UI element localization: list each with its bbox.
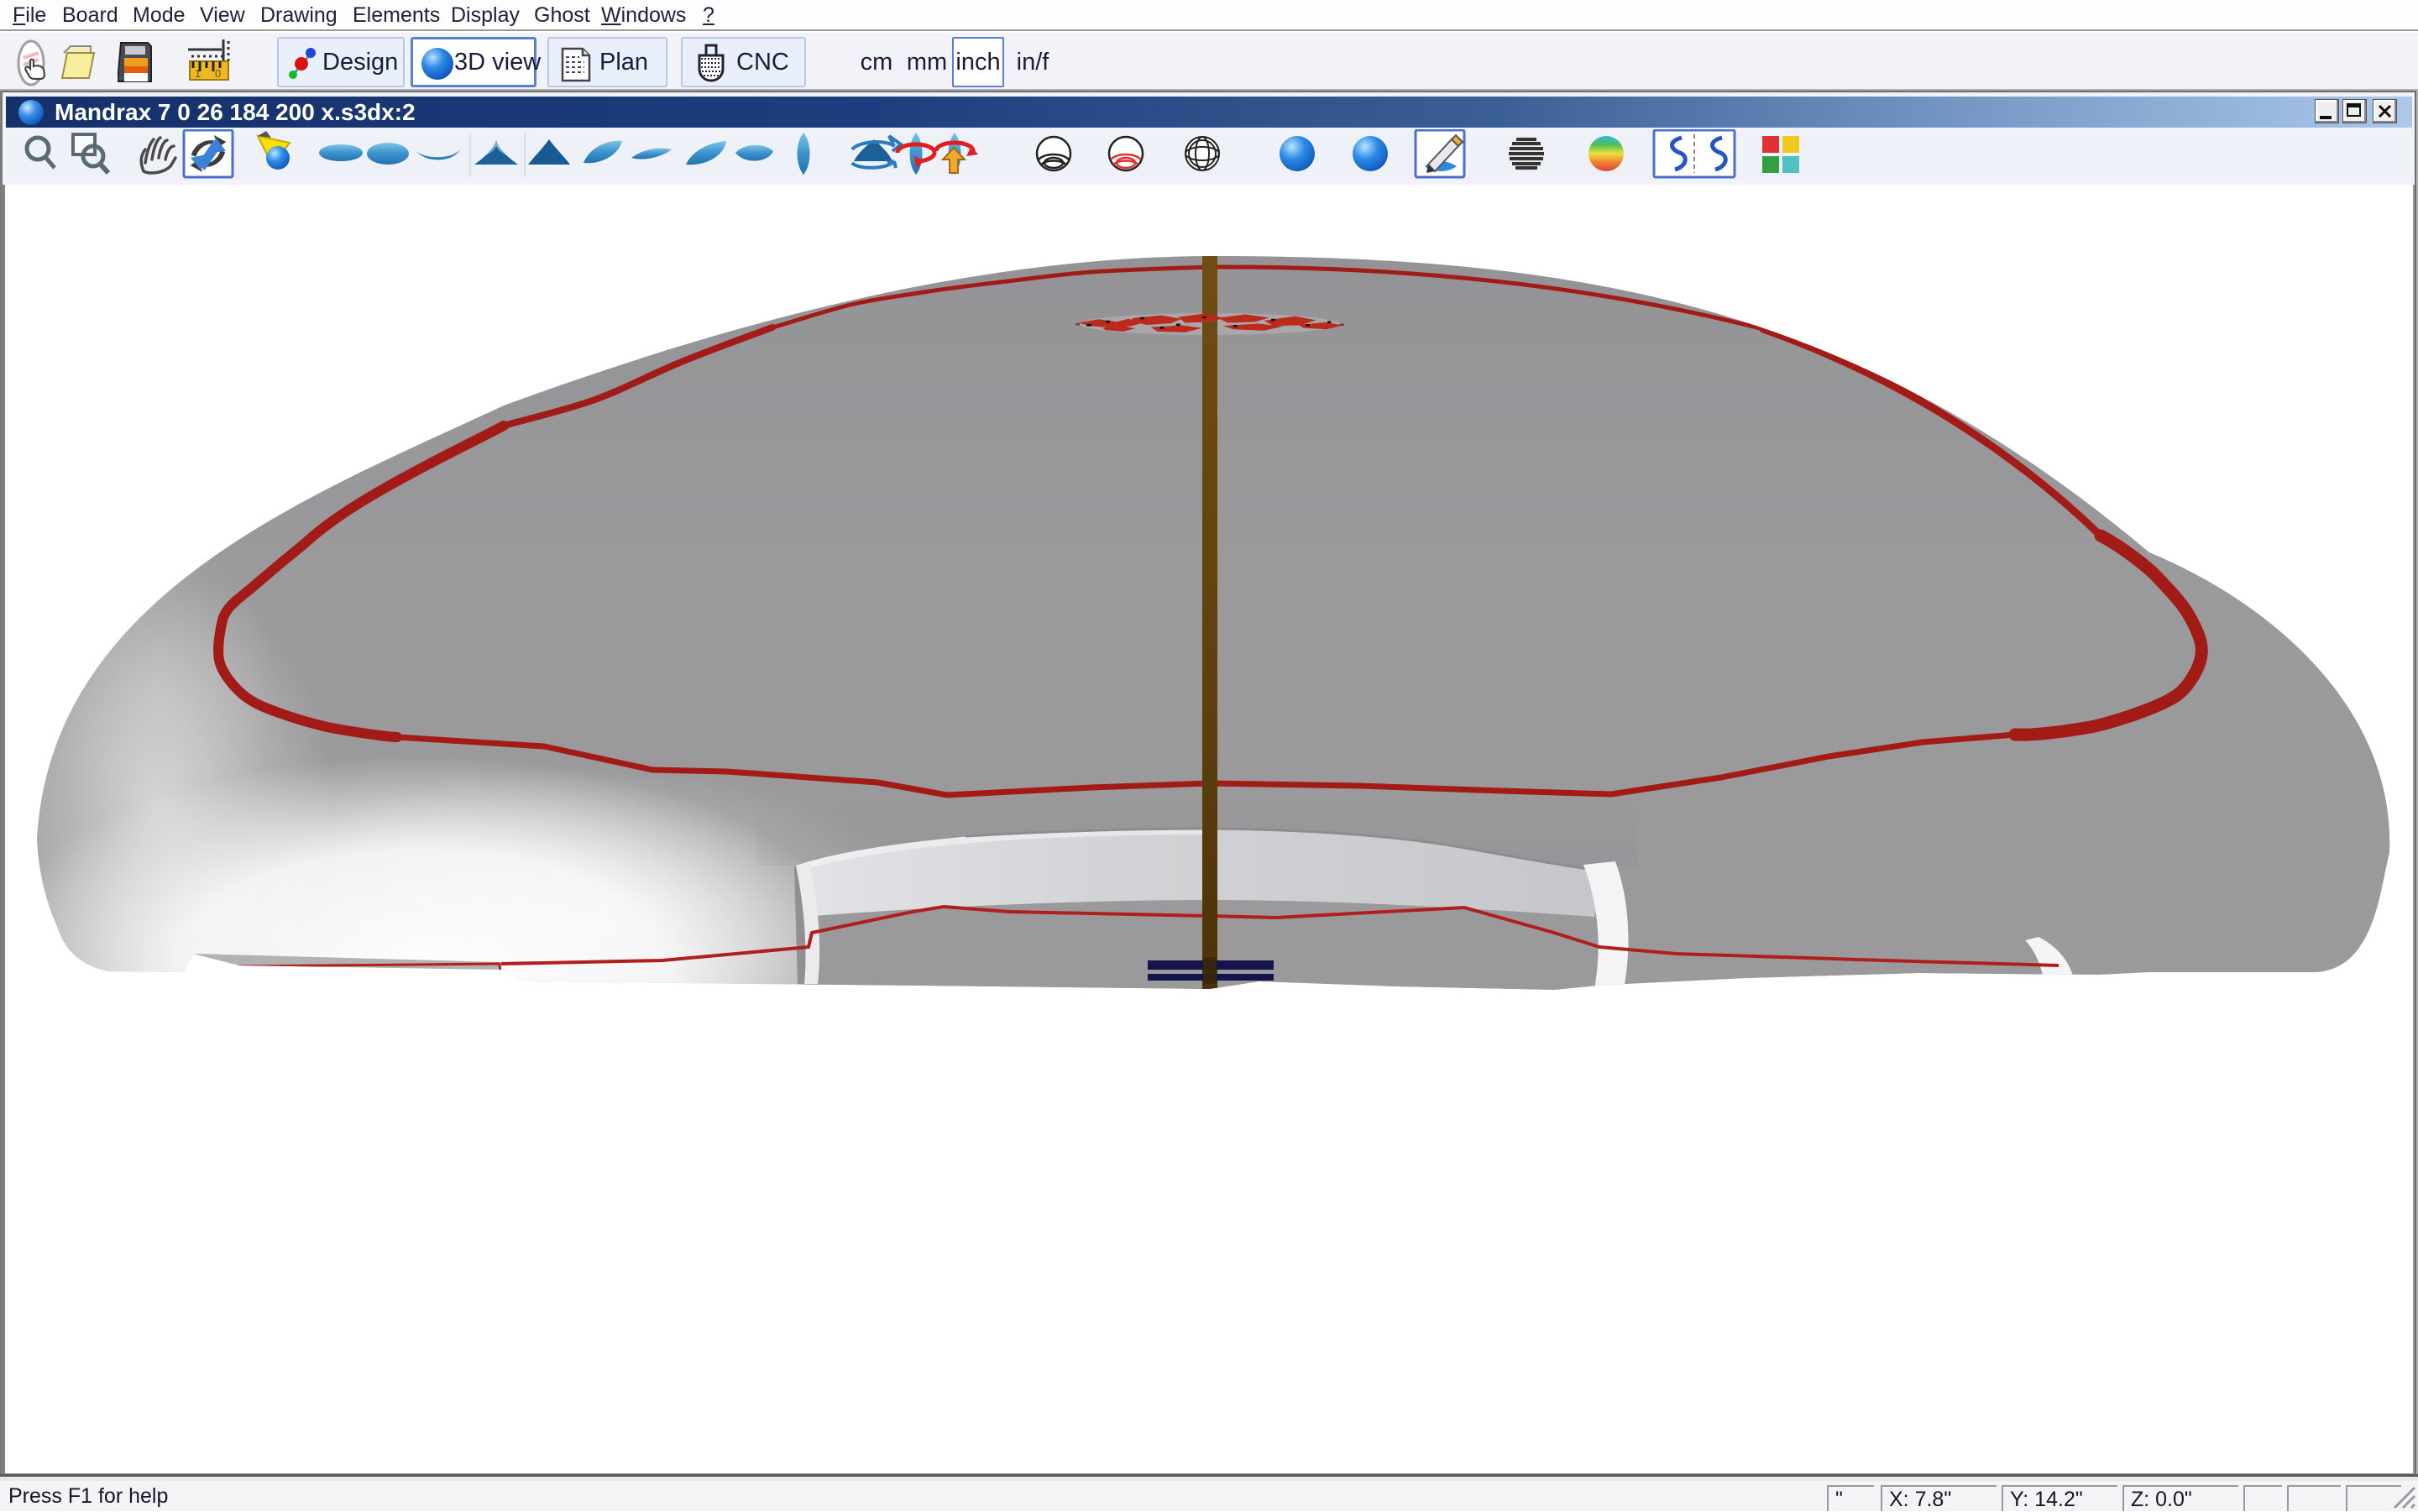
- svg-text:0: 0: [215, 67, 221, 80]
- svg-text:1: 1: [195, 67, 201, 80]
